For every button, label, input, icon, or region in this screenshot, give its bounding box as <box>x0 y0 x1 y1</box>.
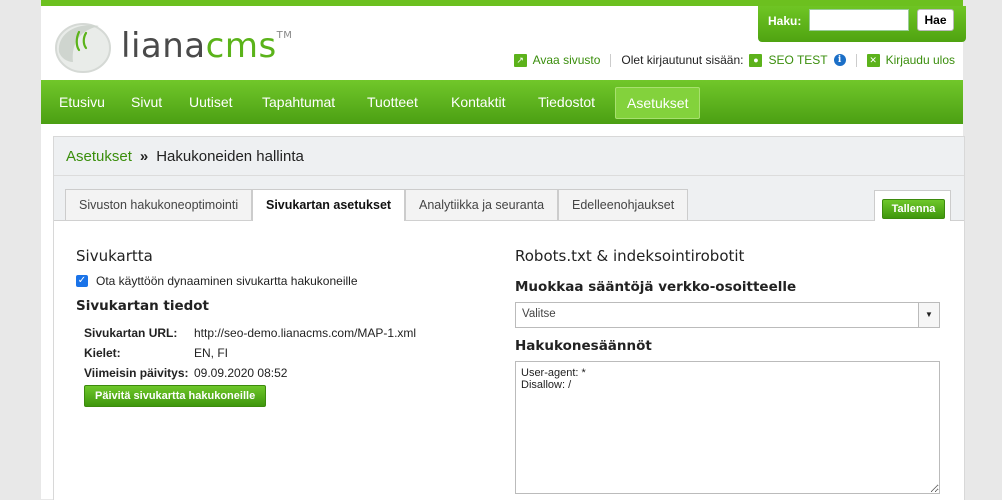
breadcrumb-trail: Asetukset » Hakukoneiden hallinta <box>66 148 304 165</box>
nav-item-tuotteet[interactable]: Tuotteet <box>367 80 418 124</box>
logo-text-liana: liana <box>121 26 206 66</box>
search-box: Haku: Hae <box>758 6 966 42</box>
tab-strip: Sivuston hakukoneoptimointi Sivukartan a… <box>54 176 964 221</box>
liana-cms-logo[interactable]: lianacmsTM <box>49 16 299 76</box>
sitemap-panel: Sivukartta ✓ Ota käyttöön dynaaminen siv… <box>76 247 476 407</box>
header: lianacmsTM Haku: Hae ↗ Avaa sivusto Olet… <box>41 6 966 80</box>
info-row-languages: Kielet: EN, FI <box>84 343 416 363</box>
info-row-last-update: Viimeisin päivitys: 09.09.2020 08:52 <box>84 363 416 383</box>
url-select[interactable]: Valitse ▼ <box>515 302 940 328</box>
user-bar: ↗ Avaa sivusto Olet kirjautunut sisään: … <box>513 52 955 68</box>
info-key: Kielet: <box>84 346 121 360</box>
breadcrumb-separator: » <box>139 148 149 165</box>
nav-item-asetukset[interactable]: Asetukset <box>615 87 701 119</box>
sitemap-details: Sivukartan URL: http://seo-demo.lianacms… <box>84 323 416 383</box>
chevron-down-icon[interactable]: ▼ <box>918 303 939 327</box>
dynamic-sitemap-checkbox-label[interactable]: Ota käyttöön dynaaminen sivukartta hakuk… <box>96 274 358 288</box>
breadcrumb: Asetukset » Hakukoneiden hallinta <box>54 137 964 176</box>
search-button[interactable]: Hae <box>917 9 954 31</box>
nav-item-sivut[interactable]: Sivut <box>131 80 162 124</box>
content-area: Asetukset » Hakukoneiden hallinta Sivuston… <box>53 136 965 500</box>
nav-item-etusivu[interactable]: Etusivu <box>59 80 105 124</box>
page: lianacmsTM Haku: Hae ↗ Avaa sivusto Olet… <box>41 0 966 500</box>
logo-text-cms: cms <box>205 26 277 66</box>
url-select-value: Valitse <box>522 308 556 320</box>
logout-link[interactable]: Kirjaudu ulos <box>886 53 955 67</box>
dynamic-sitemap-checkbox[interactable]: ✓ <box>76 275 88 287</box>
tab-analytiikka-ja-seuranta[interactable]: Analytiikka ja seuranta <box>405 189 559 220</box>
open-site-link[interactable]: Avaa sivusto <box>533 53 601 67</box>
main-nav: Etusivu Sivut Uutiset Tapahtumat Tuottee… <box>41 80 963 124</box>
logo-wordmark: lianacmsTM <box>121 26 292 66</box>
logout-icon: ✕ <box>866 53 880 67</box>
divider <box>855 53 857 67</box>
user-icon: ● <box>749 53 763 67</box>
search-label: Haku: <box>768 14 802 28</box>
info-key: Sivukartan URL: <box>84 326 178 340</box>
logged-in-text: Olet kirjautunut sisään: <box>621 53 744 67</box>
breadcrumb-parent-link[interactable]: Asetukset <box>66 148 132 165</box>
robots-rules-textarea[interactable]: User-agent: * Disallow: / <box>515 361 940 494</box>
tab-sivukartan-asetukset[interactable]: Sivukartan asetukset <box>252 189 406 221</box>
nav-item-kontaktit[interactable]: Kontaktit <box>451 80 505 124</box>
robots-heading: Robots.txt & indeksointirobotit <box>515 247 745 265</box>
page-title: Hakukoneiden hallinta <box>156 148 304 165</box>
update-sitemap-button[interactable]: Päivitä sivukartta hakukoneille <box>84 385 267 407</box>
sitemap-details-heading: Sivukartan tiedot <box>76 298 210 314</box>
search-input[interactable] <box>809 9 909 31</box>
logo-mark-icon <box>55 23 111 73</box>
info-row-url: Sivukartan URL: http://seo-demo.lianacms… <box>84 323 416 343</box>
sitemap-heading: Sivukartta <box>76 247 153 265</box>
save-button-tab: Tallenna <box>874 190 951 221</box>
nav-item-tiedostot[interactable]: Tiedostot <box>538 80 595 124</box>
logo-trademark: TM <box>276 30 293 41</box>
info-value: EN, FI <box>194 346 229 360</box>
info-value: 09.09.2020 08:52 <box>194 366 288 380</box>
tab-sivuston-hakukoneoptimointi[interactable]: Sivuston hakukoneoptimointi <box>65 189 253 220</box>
nav-item-uutiset[interactable]: Uutiset <box>189 80 233 124</box>
tab-edelleenohjaukset[interactable]: Edelleenohjaukset <box>558 189 689 220</box>
divider <box>610 53 612 67</box>
info-icon[interactable]: i <box>833 54 846 66</box>
open-site-icon: ↗ <box>513 53 527 67</box>
info-value: http://seo-demo.lianacms.com/MAP-1.xml <box>194 326 417 340</box>
info-key: Viimeisin päivitys: <box>84 366 189 380</box>
save-button[interactable]: Tallenna <box>882 199 945 219</box>
robots-panel: Robots.txt & indeksointirobotit Muokkaa … <box>515 247 945 494</box>
edit-rules-heading: Muokkaa sääntöjä verkko-osoitteelle <box>515 279 797 295</box>
sitemap-checkbox-row: ✓ Ota käyttöön dynaaminen sivukartta hak… <box>76 274 358 288</box>
rules-heading: Hakukonesäännöt <box>515 338 652 354</box>
nav-item-tapahtumat[interactable]: Tapahtumat <box>262 80 335 124</box>
user-name-link[interactable]: SEO TEST <box>768 53 827 67</box>
